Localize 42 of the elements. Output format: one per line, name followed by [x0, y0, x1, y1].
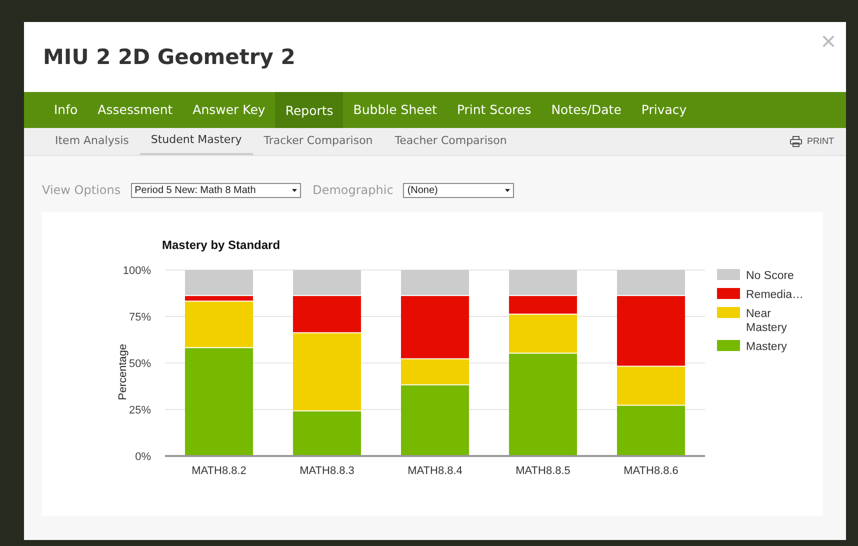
x-tick-label: MATH8.8.4 [408, 465, 462, 477]
x-tick-label: MATH8.8.6 [624, 465, 678, 477]
tab[interactable]: Info [44, 92, 88, 128]
caret-icon [292, 188, 297, 192]
tab[interactable]: Reports [275, 92, 344, 128]
y-tick-label: 50% [128, 358, 151, 370]
dropdown[interactable]: Period 5 New: Math 8 Math [130, 182, 301, 198]
y-axis-label: Percentage [117, 344, 129, 400]
legend-swatch [717, 340, 740, 351]
legend-label: Mastery [746, 341, 787, 353]
print-button[interactable]: PRINT [790, 134, 834, 148]
x-tick-label: MATH8.8.3 [300, 465, 354, 477]
x-tick-label: MATH8.8.5 [516, 465, 570, 477]
subtab[interactable]: Teacher Comparison [384, 128, 518, 155]
tab[interactable]: Assessment [88, 92, 183, 128]
bar-segment [509, 270, 577, 296]
tab[interactable]: Print Scores [446, 92, 542, 128]
subtab[interactable]: Tracker Comparison [252, 128, 384, 155]
option-label: View Options [42, 182, 121, 199]
y-tick-label: 0% [135, 451, 151, 463]
caret-icon [505, 188, 510, 192]
bar-segment [617, 406, 685, 455]
chart-title: Mastery by Standard [162, 238, 280, 252]
option-label: Demographic [312, 182, 394, 199]
y-tick-label: 25% [128, 404, 151, 416]
tab[interactable]: Notes/Date [541, 92, 632, 128]
dropdown[interactable]: (None) [403, 182, 514, 198]
legend-swatch [717, 269, 740, 280]
legend-swatch [717, 307, 740, 318]
tab[interactable]: Answer Key [182, 92, 276, 128]
legend-label: No Score [746, 270, 794, 282]
x-tick-label: MATH8.8.2 [192, 465, 246, 477]
legend-swatch [717, 288, 740, 299]
y-tick-label: 75% [128, 312, 151, 324]
subtab[interactable]: Item Analysis [44, 128, 140, 155]
tab[interactable]: Bubble Sheet [343, 92, 447, 128]
legend-label: Near Mastery [746, 308, 787, 334]
dialog-title: MIU 2 2D Geometry 2 [43, 44, 296, 71]
legend-label: Remedia… [746, 289, 804, 301]
printer-icon [790, 136, 802, 147]
tab[interactable]: Privacy [631, 92, 697, 128]
y-tick-label: 100% [122, 265, 151, 277]
